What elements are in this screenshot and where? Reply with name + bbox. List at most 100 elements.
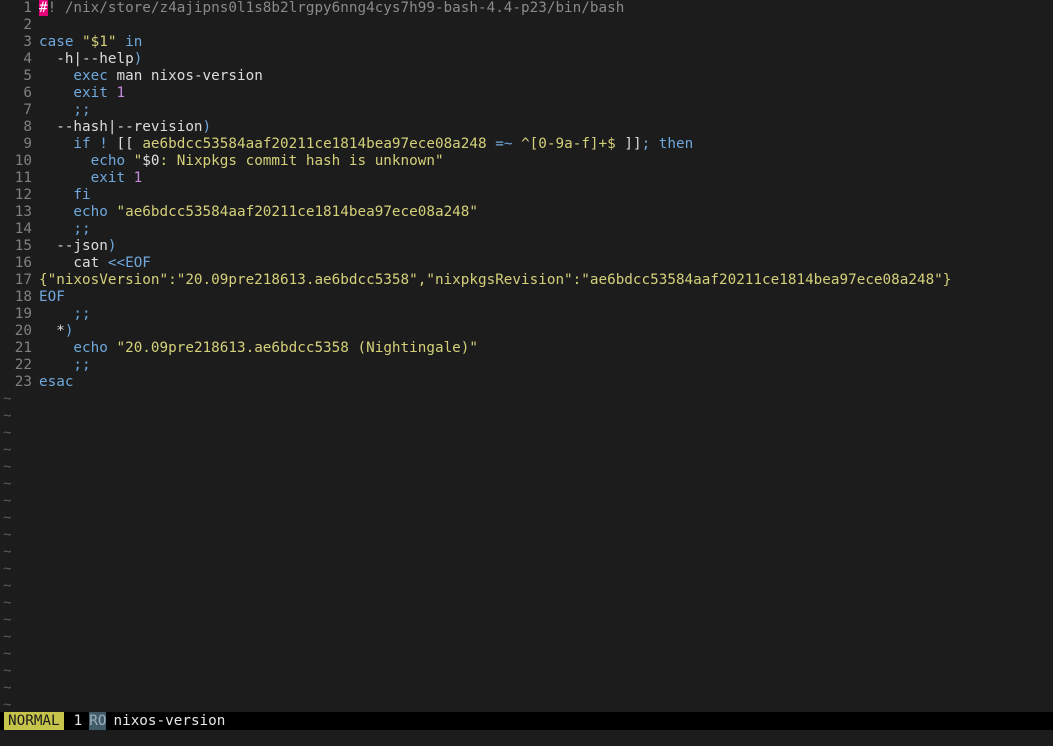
line-number: 2: [23, 17, 32, 33]
code-token: exec: [39, 68, 108, 84]
empty-line-marker: ~: [3, 612, 12, 628]
code-line[interactable]: 9 if ! [[ ae6bdcc53584aaf20211ce1814bea9…: [0, 136, 1053, 153]
line-content: exec man nixos-version: [39, 68, 263, 85]
line-number: 4: [23, 51, 32, 67]
empty-line-marker: ~: [3, 510, 12, 526]
line-number: 1: [23, 0, 32, 16]
empty-line: ~: [0, 442, 1053, 459]
code-line[interactable]: 3 case "$1" in: [0, 34, 1053, 51]
empty-line-marker: ~: [3, 629, 12, 645]
code-line[interactable]: 8 --hash|--revision): [0, 119, 1053, 136]
line-content: ;;: [39, 357, 91, 374]
empty-line: ~: [0, 612, 1053, 629]
empty-line: ~: [0, 578, 1053, 595]
line-content: echo "ae6bdcc53584aaf20211ce1814bea97ece…: [39, 204, 478, 221]
code-line[interactable]: 10 echo "$0: Nixpkgs commit hash is unkn…: [0, 153, 1053, 170]
line-number: 3: [23, 34, 32, 50]
line-content: exit 1: [39, 85, 125, 102]
code-token: 1: [107, 85, 126, 101]
empty-line: ~: [0, 493, 1053, 510]
line-number: 9: [23, 136, 32, 152]
code-token: *: [39, 323, 65, 339]
code-line[interactable]: 21 echo "20.09pre218613.ae6bdcc5358 (Nig…: [0, 340, 1053, 357]
empty-line: ~: [0, 629, 1053, 646]
code-token: -h|--help: [39, 51, 134, 67]
code-token: exit: [39, 85, 108, 101]
code-token: ): [133, 51, 143, 67]
line-number: 17: [14, 272, 32, 288]
code-token: ^[0-9a-f]+$: [521, 136, 616, 152]
line-content: esac: [39, 374, 73, 391]
code-token: in: [116, 34, 143, 50]
code-token: ;;: [39, 357, 91, 373]
code-line[interactable]: 11 exit 1: [0, 170, 1053, 187]
code-token: <<EOF: [107, 255, 151, 271]
code-line[interactable]: 23 esac: [0, 374, 1053, 391]
empty-line-marker: ~: [3, 459, 12, 475]
line-number: 7: [23, 102, 32, 118]
code-line[interactable]: 2: [0, 17, 1053, 34]
line-content: echo "$0: Nixpkgs commit hash is unknown…: [39, 153, 444, 170]
empty-line-marker: ~: [3, 680, 12, 696]
code-line[interactable]: 15 --json): [0, 238, 1053, 255]
line-number: 13: [14, 204, 32, 220]
code-token: =~: [486, 136, 522, 152]
code-token: exit: [39, 170, 126, 186]
buffer-number: 1: [73, 713, 83, 729]
empty-line: ~: [0, 476, 1053, 493]
empty-line-marker: ~: [3, 663, 12, 679]
line-content: echo "20.09pre218613.ae6bdcc5358 (Nighti…: [39, 340, 478, 357]
code-token: if: [39, 136, 91, 152]
code-line[interactable]: 20 *): [0, 323, 1053, 340]
empty-line-marker: ~: [3, 544, 12, 560]
code-line[interactable]: 14 ;;: [0, 221, 1053, 238]
code-line[interactable]: 6 exit 1: [0, 85, 1053, 102]
line-content: --hash|--revision): [39, 119, 211, 136]
empty-line-marker: ~: [3, 442, 12, 458]
line-number: 20: [14, 323, 32, 339]
code-token: ): [202, 119, 212, 135]
code-token: "ae6bdcc53584aaf20211ce1814bea97ece08a24…: [107, 204, 478, 220]
file-name: nixos-version: [113, 713, 226, 729]
line-number: 23: [14, 374, 32, 390]
empty-line-marker: ~: [3, 646, 12, 662]
code-line[interactable]: 5 exec man nixos-version: [0, 68, 1053, 85]
empty-line: ~: [0, 646, 1053, 663]
code-line[interactable]: 12 fi: [0, 187, 1053, 204]
code-line[interactable]: 17 {"nixosVersion":"20.09pre218613.ae6bdc…: [0, 272, 1053, 289]
empty-line-marker: ~: [3, 561, 12, 577]
empty-line: ~: [0, 510, 1053, 527]
code-line[interactable]: 1 #! /nix/store/z4ajipns0l1s8b2lrgpy6nng4…: [0, 0, 1053, 17]
code-token: ! /nix/store/z4ajipns0l1s8b2lrgpy6nng4cy…: [47, 0, 625, 16]
code-token: man nixos-version: [107, 68, 263, 84]
code-line[interactable]: 4 -h|--help): [0, 51, 1053, 68]
code-line[interactable]: 19 ;;: [0, 306, 1053, 323]
readonly-badge: RO: [89, 712, 107, 730]
code-token: "20.09pre218613.ae6bdcc5358 (Nightingale…: [107, 340, 478, 356]
code-token: $0: [142, 153, 160, 169]
line-number: 5: [23, 68, 32, 84]
code-line[interactable]: 18 EOF: [0, 289, 1053, 306]
empty-line-marker: ~: [3, 425, 12, 441]
line-content: #! /nix/store/z4ajipns0l1s8b2lrgpy6nng4c…: [39, 0, 624, 17]
code-token: ": [125, 153, 143, 169]
empty-line-marker: ~: [3, 527, 12, 543]
code-token: ): [107, 238, 117, 254]
code-line[interactable]: 13 echo "ae6bdcc53584aaf20211ce1814bea97…: [0, 204, 1053, 221]
empty-line: ~: [0, 680, 1053, 697]
code-token: ;;: [39, 102, 91, 118]
code-token: --hash|--revision: [39, 119, 203, 135]
code-line[interactable]: 22 ;;: [0, 357, 1053, 374]
code-token: ): [64, 323, 74, 339]
line-content: *): [39, 323, 73, 340]
code-token: {"nixosVersion":"20.09pre218613.ae6bdcc5…: [39, 272, 952, 288]
mode-indicator: NORMAL: [4, 712, 64, 730]
line-number: 22: [14, 357, 32, 373]
code-line[interactable]: 7 ;;: [0, 102, 1053, 119]
editor-buffer[interactable]: 1 #! /nix/store/z4ajipns0l1s8b2lrgpy6nng4…: [0, 0, 1053, 713]
line-number: 8: [23, 119, 32, 135]
line-content: ;;: [39, 221, 90, 238]
code-token: echo: [39, 153, 126, 169]
code-line[interactable]: 16 cat <<EOF: [0, 255, 1053, 272]
command-line[interactable]: [0, 730, 1053, 746]
